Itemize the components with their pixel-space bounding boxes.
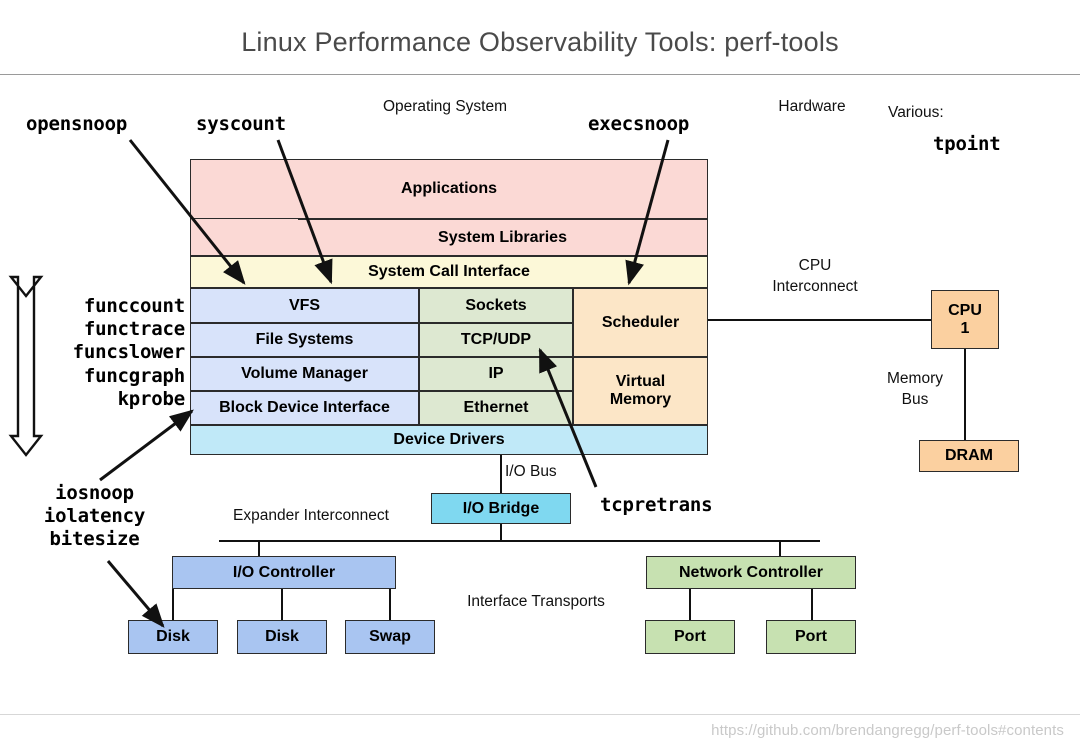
label-operating-system: Operating System [382,98,508,115]
network-controller-drop-line [779,540,781,556]
label-various: Various: [888,104,944,121]
block-tcp-udp: TCP/UDP [419,323,573,357]
tool-execsnoop: execsnoop [588,113,690,135]
label-cpu-interconnect-line2: Interconnect [772,278,858,295]
footer-divider [0,714,1080,715]
block-swap: Swap [345,620,435,654]
block-disk-2: Disk [237,620,327,654]
block-virtual-memory: Virtual Memory [573,357,708,425]
block-volume-manager: Volume Manager [190,357,419,391]
label-cpu-interconnect-line1: CPU [798,257,832,274]
arrow-io-group-to-block-device [99,409,194,482]
tool-iosnoop: iosnoop [55,482,134,504]
block-ip: IP [419,357,573,391]
tool-funccount: funccount [83,295,185,317]
virtual-memory-line-2: Memory [609,391,672,408]
tool-funcgraph: funcgraph [83,364,185,387]
source-url: https://github.com/brendangregg/perf-too… [711,722,1064,739]
block-dram: DRAM [919,440,1019,472]
label-interface-transports: Interface Transports [467,593,605,610]
label-io-bus: I/O Bus [505,463,557,480]
block-scheduler: Scheduler [573,288,708,357]
block-io-controller: I/O Controller [172,556,396,589]
swap-leg [389,589,391,620]
disk2-leg [281,589,283,620]
label-expander-interconnect: Expander Interconnect [233,507,389,524]
label-memory-bus-line2: Bus [901,391,929,408]
tool-funcslower: funcslower [72,341,186,364]
port2-leg [811,589,813,620]
io-bus-line-lower [500,524,502,541]
tool-kprobe: kprobe [117,387,186,410]
cpu-interconnect-line [708,319,931,321]
io-bus-line-upper [500,455,502,493]
tool-group-io: iosnoop iolatency bitesize [12,482,177,552]
header-divider [0,74,1080,75]
cpu-label: CPU [948,301,982,319]
block-ethernet: Ethernet [419,391,573,425]
block-disk-1: Disk [128,620,218,654]
io-controller-drop-line [258,540,260,556]
page-title: Linux Performance Observability Tools: p… [241,27,839,57]
tool-functrace: functrace [83,318,185,341]
arrow-io-group-to-disk [106,560,165,628]
block-block-device-interface: Block Device Interface [190,391,419,425]
tool-tcpretrans: tcpretrans [600,494,713,516]
label-memory-bus-line1: Memory [887,370,943,387]
block-device-drivers: Device Drivers [190,425,708,455]
block-sockets: Sockets [419,288,573,323]
label-hardware: Hardware [778,98,846,115]
expander-bus-line [219,540,820,542]
block-file-systems: File Systems [190,323,419,357]
virtual-memory-line-1: Virtual [615,373,666,391]
block-port-2: Port [766,620,856,654]
block-applications-skirt [190,219,298,256]
block-applications: Applications [190,159,708,219]
cpu-number: 1 [960,319,970,337]
block-system-call-interface: System Call Interface [190,256,708,288]
diagram-canvas: Linux Performance Observability Tools: p… [0,0,1080,756]
tool-iolatency: iolatency [43,505,146,528]
tool-group-func: funccount functrace funcslower funcgraph… [20,295,186,411]
tool-tpoint: tpoint [933,133,1001,155]
block-vfs: VFS [190,288,419,323]
disk1-leg [172,589,174,620]
tool-bitesize: bitesize [49,528,140,551]
block-system-libraries: System Libraries [297,219,708,256]
tool-syscount: syscount [196,113,286,135]
tool-opensnoop: opensnoop [26,113,128,135]
block-port-1: Port [645,620,735,654]
block-cpu-1: CPU 1 [931,290,999,349]
block-network-controller: Network Controller [646,556,856,589]
port1-leg [689,589,691,620]
block-io-bridge: I/O Bridge [431,493,571,524]
